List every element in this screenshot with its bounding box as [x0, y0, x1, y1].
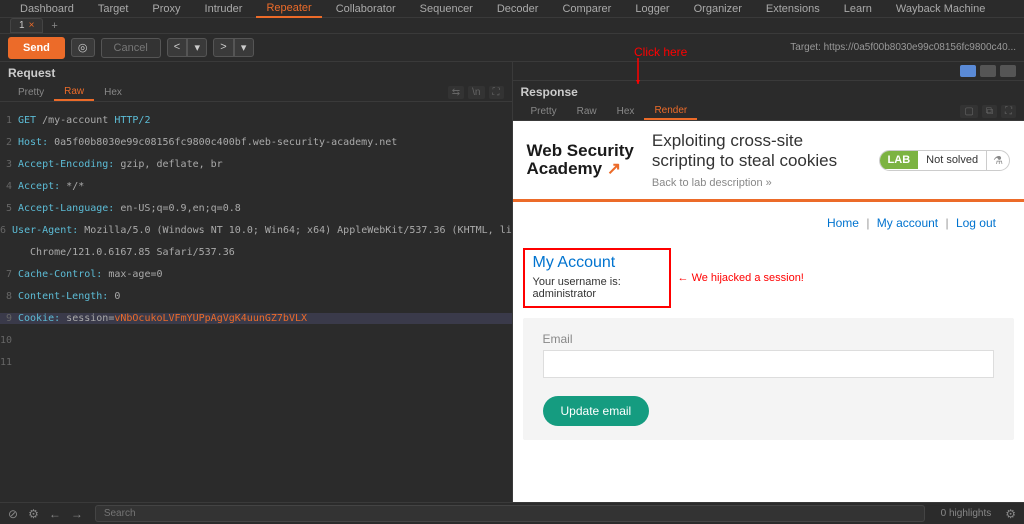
tab-intruder[interactable]: Intruder: [195, 1, 253, 17]
repeater-tab-1[interactable]: 1×: [10, 18, 43, 33]
tab-learn[interactable]: Learn: [834, 1, 882, 17]
history-prev-button[interactable]: <: [167, 38, 187, 57]
site-nav: Home | My account | Log out: [513, 202, 1024, 244]
request-view-hex[interactable]: Hex: [94, 85, 132, 100]
response-view-render[interactable]: Render: [644, 103, 697, 120]
account-box: My Account Your username is: administrat…: [523, 248, 671, 308]
tab-sequencer[interactable]: Sequencer: [410, 1, 483, 17]
layout-horizontal-icon[interactable]: [1000, 65, 1016, 77]
tab-target[interactable]: Target: [88, 1, 139, 17]
target-config-button[interactable]: ◎: [71, 38, 95, 57]
gear-icon[interactable]: [26, 507, 41, 521]
search-settings-icon[interactable]: [1003, 507, 1018, 521]
annotation-hijacked: ← We hijacked a session!: [678, 272, 804, 284]
email-form: Email Update email: [523, 318, 1015, 440]
layout-tabs-icon[interactable]: [980, 65, 996, 77]
response-fullscreen-icon[interactable]: ⛶: [1001, 105, 1016, 118]
status-bar: ⊘ ← → 0 highlights: [0, 502, 1024, 524]
render-viewport[interactable]: Web Security Academy ↗ Exploiting cross-…: [513, 121, 1024, 510]
tab-comparer[interactable]: Comparer: [552, 1, 621, 17]
response-view-tabs: Pretty Raw Hex Render ▢ ⧉ ⛶: [513, 103, 1024, 121]
tab-collaborator[interactable]: Collaborator: [326, 1, 406, 17]
wsa-logo: Web Security Academy ↗: [527, 142, 634, 178]
request-wrap-icon[interactable]: ⇆: [448, 86, 464, 99]
highlights-count: 0 highlights: [935, 508, 998, 519]
response-view-raw[interactable]: Raw: [567, 104, 607, 119]
tab-decoder[interactable]: Decoder: [487, 1, 549, 17]
update-email-button[interactable]: Update email: [543, 396, 650, 426]
response-view-hex[interactable]: Hex: [607, 104, 645, 119]
response-option-icon[interactable]: ▢: [960, 105, 977, 118]
email-label: Email: [543, 332, 995, 346]
history-prev-menu[interactable]: ▾: [187, 38, 207, 57]
tab-logger[interactable]: Logger: [625, 1, 679, 17]
email-field[interactable]: [543, 350, 995, 378]
close-icon[interactable]: ×: [29, 20, 35, 31]
tab-dashboard[interactable]: Dashboard: [10, 1, 84, 17]
nav-back-icon[interactable]: ←: [47, 507, 63, 521]
help-icon[interactable]: ⊘: [6, 507, 20, 521]
request-panel: Request Pretty Raw Hex ⇆ \n ⛶ 1GET /my-a…: [0, 62, 513, 510]
response-title: Response: [513, 81, 1024, 103]
request-editor[interactable]: 1GET /my-account HTTP/2 2Host: 0a5f00b80…: [0, 102, 512, 510]
nav-myaccount[interactable]: My account: [877, 216, 938, 230]
request-view-raw[interactable]: Raw: [54, 84, 94, 101]
account-heading: My Account: [533, 254, 661, 272]
tab-organizer[interactable]: Organizer: [684, 1, 752, 17]
flask-icon: ⚗: [986, 151, 1009, 170]
layout-toolbar: [513, 62, 1024, 81]
response-panel: Response Pretty Raw Hex Render ▢ ⧉ ⛶ Web…: [513, 62, 1024, 510]
lab-status-text: Not solved: [918, 151, 986, 169]
nav-logout[interactable]: Log out: [956, 216, 996, 230]
history-next-button[interactable]: >: [213, 38, 233, 57]
tab-extensions[interactable]: Extensions: [756, 1, 830, 17]
response-view-pretty[interactable]: Pretty: [521, 104, 567, 119]
request-newline-icon[interactable]: \n: [468, 86, 484, 99]
cancel-button[interactable]: Cancel: [101, 38, 161, 58]
request-view-pretty[interactable]: Pretty: [8, 85, 54, 100]
repeater-toolbar: Send ◎ Cancel < ▾ > ▾ Target: https://0a…: [0, 34, 1024, 62]
target-label[interactable]: Target: https://0a5f00b8030e99c08156fc98…: [790, 42, 1016, 53]
response-copy-icon[interactable]: ⧉: [982, 105, 997, 118]
nav-home[interactable]: Home: [827, 216, 859, 230]
main-tabs: Dashboard Target Proxy Intruder Repeater…: [0, 0, 1024, 18]
tab-wayback[interactable]: Wayback Machine: [886, 1, 995, 17]
add-tab-button[interactable]: +: [45, 20, 63, 32]
search-input[interactable]: [95, 505, 925, 522]
tab-proxy[interactable]: Proxy: [142, 1, 190, 17]
tab-repeater[interactable]: Repeater: [256, 0, 321, 18]
back-to-lab-link[interactable]: Back to lab description »: [652, 177, 861, 189]
history-next-menu[interactable]: ▾: [234, 38, 254, 57]
lab-status: LAB Not solved ⚗: [879, 150, 1010, 171]
request-title: Request: [0, 62, 512, 84]
nav-fwd-icon[interactable]: →: [69, 507, 85, 521]
annotation-click-here: Click here: [634, 45, 687, 59]
lab-title: Exploiting cross-site scripting to steal…: [652, 131, 861, 171]
layout-split-icon[interactable]: [960, 65, 976, 77]
send-button[interactable]: Send: [8, 37, 65, 59]
repeater-subtabs: 1× +: [0, 18, 1024, 34]
request-fullscreen-icon[interactable]: ⛶: [489, 86, 504, 99]
account-username: Your username is: administrator: [533, 276, 661, 300]
lab-badge: LAB: [880, 151, 919, 169]
request-view-tabs: Pretty Raw Hex ⇆ \n ⛶: [0, 84, 512, 102]
